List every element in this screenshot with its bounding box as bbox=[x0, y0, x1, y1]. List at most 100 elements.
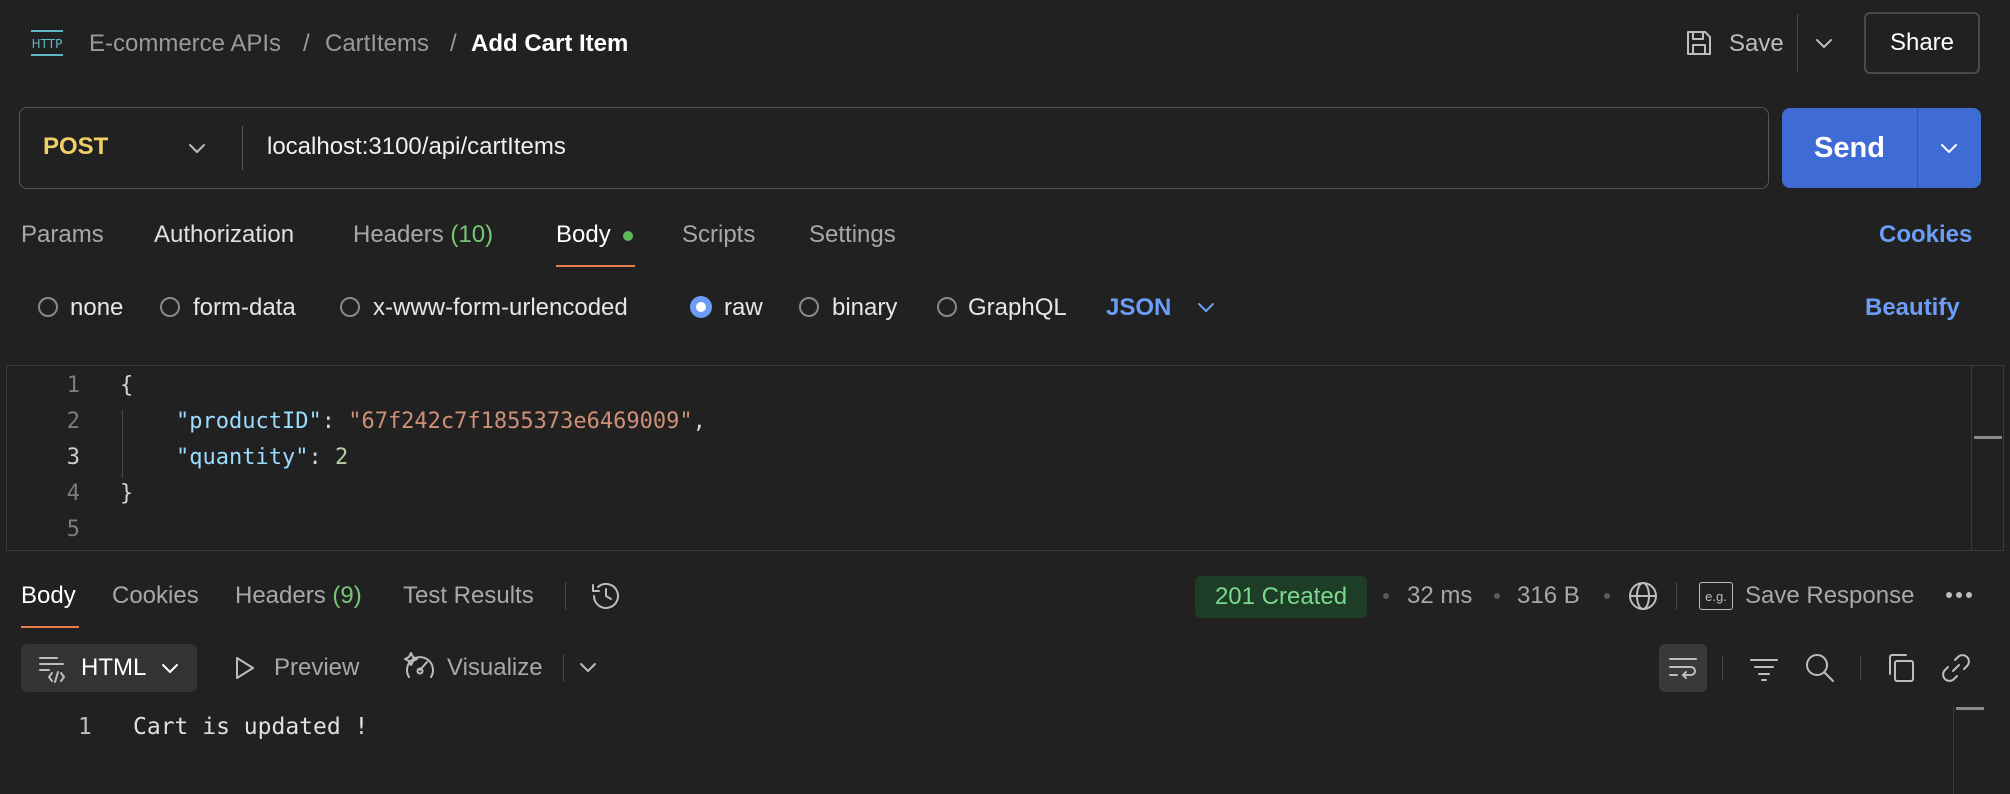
tab-authorization[interactable]: Authorization bbox=[154, 221, 294, 249]
visualize-icon[interactable] bbox=[403, 651, 437, 685]
tab-params[interactable]: Params bbox=[21, 221, 104, 249]
line-number: 3 bbox=[66, 445, 80, 470]
radio-binary-label[interactable]: binary bbox=[832, 294, 897, 322]
wrap-lines-button[interactable] bbox=[1659, 644, 1707, 692]
method-divider bbox=[242, 126, 243, 170]
cookies-link[interactable]: Cookies bbox=[1879, 221, 1972, 249]
radio-urlencoded[interactable] bbox=[340, 297, 360, 317]
send-button[interactable]: Send bbox=[1782, 108, 1917, 188]
method-chevron-down-icon[interactable] bbox=[186, 137, 208, 159]
indent-guide bbox=[122, 410, 123, 478]
response-format-select[interactable]: HTML bbox=[21, 644, 197, 692]
response-tab-cookies[interactable]: Cookies bbox=[112, 582, 199, 610]
filter-icon[interactable] bbox=[1749, 653, 1779, 683]
response-format-label: HTML bbox=[81, 654, 147, 681]
radio-urlencoded-label[interactable]: x-www-form-urlencoded bbox=[373, 294, 628, 322]
line-number: 1 bbox=[66, 373, 80, 398]
tab-headers-count: (10) bbox=[450, 221, 494, 248]
response-tabs-divider bbox=[565, 582, 566, 610]
response-line-number: 1 bbox=[78, 714, 92, 740]
save-button[interactable]: Save bbox=[1729, 30, 1784, 58]
format-code-icon bbox=[37, 653, 67, 683]
tab-body[interactable]: Body bbox=[556, 221, 611, 249]
format-chevron-down-icon[interactable] bbox=[1195, 296, 1217, 318]
meta-dot bbox=[1604, 593, 1610, 599]
link-icon[interactable] bbox=[1940, 652, 1972, 684]
response-minimap-marker bbox=[1956, 707, 1984, 710]
status-badge: 201 Created bbox=[1195, 576, 1367, 618]
send-options-chevron-down-icon[interactable] bbox=[1938, 137, 1960, 159]
radio-graphql-label[interactable]: GraphQL bbox=[968, 294, 1067, 322]
radio-none[interactable] bbox=[38, 297, 58, 317]
breadcrumb-folder[interactable]: CartItems bbox=[325, 30, 429, 58]
send-button-group: Send bbox=[1782, 108, 1981, 188]
history-icon[interactable] bbox=[589, 579, 623, 613]
save-divider bbox=[1797, 14, 1798, 72]
visualize-button[interactable]: Visualize bbox=[447, 654, 543, 682]
code-line-quantity: "quantity": 2 bbox=[176, 445, 349, 470]
beautify-link[interactable]: Beautify bbox=[1865, 294, 1960, 322]
meta-dot bbox=[1494, 593, 1500, 599]
radio-binary[interactable] bbox=[799, 297, 819, 317]
http-icon: HTTP bbox=[29, 28, 65, 58]
toolbar-divider bbox=[1722, 656, 1723, 680]
preview-button[interactable]: Preview bbox=[274, 654, 359, 682]
code-open-brace: { bbox=[120, 373, 134, 398]
radio-raw[interactable] bbox=[690, 296, 712, 318]
code-close-brace: } bbox=[120, 481, 134, 506]
share-button[interactable]: Share bbox=[1864, 12, 1980, 74]
radio-raw-label[interactable]: raw bbox=[724, 294, 763, 322]
svg-text:HTTP: HTTP bbox=[32, 37, 63, 51]
wrap-lines-icon bbox=[1668, 653, 1698, 683]
url-input[interactable]: localhost:3100/api/cartItems bbox=[267, 133, 566, 161]
meta-dot bbox=[1383, 593, 1389, 599]
toolbar-divider bbox=[1860, 656, 1861, 680]
tab-headers[interactable]: Headers (10) bbox=[353, 221, 493, 249]
breadcrumb-separator: / bbox=[450, 30, 457, 57]
save-response-button[interactable]: Save Response bbox=[1745, 582, 1914, 610]
method-select[interactable]: POST bbox=[43, 133, 108, 161]
format-select[interactable]: JSON bbox=[1106, 294, 1171, 322]
radio-form-data-label[interactable]: form-data bbox=[193, 294, 296, 322]
copy-icon[interactable] bbox=[1886, 652, 1916, 684]
response-format-chevron-down-icon bbox=[159, 657, 181, 679]
line-number: 5 bbox=[66, 517, 80, 542]
radio-graphql[interactable] bbox=[937, 297, 957, 317]
toolbar-divider bbox=[563, 654, 564, 682]
response-scrollbar[interactable] bbox=[1953, 706, 1954, 794]
preview-play-icon[interactable] bbox=[232, 654, 258, 682]
radio-form-data[interactable] bbox=[160, 297, 180, 317]
response-tab-headers-count: (9) bbox=[332, 582, 362, 609]
response-body-text: Cart is updated ! bbox=[133, 714, 369, 740]
send-divider bbox=[1917, 108, 1918, 188]
response-tab-underline bbox=[21, 626, 79, 628]
body-modified-dot bbox=[623, 231, 633, 241]
search-icon[interactable] bbox=[1804, 652, 1836, 684]
example-icon[interactable]: e.g. bbox=[1699, 582, 1733, 610]
response-tab-headers[interactable]: Headers (9) bbox=[235, 582, 362, 610]
editor-scrollbar[interactable] bbox=[1971, 366, 1972, 550]
more-options-icon[interactable] bbox=[1944, 585, 1974, 605]
tab-settings[interactable]: Settings bbox=[809, 221, 896, 249]
tab-scripts[interactable]: Scripts bbox=[682, 221, 755, 249]
response-tab-test-results[interactable]: Test Results bbox=[403, 582, 534, 610]
line-number: 2 bbox=[66, 409, 80, 434]
response-tab-body[interactable]: Body bbox=[21, 582, 76, 610]
editor-minimap-marker bbox=[1974, 436, 2002, 439]
save-options-chevron-icon[interactable] bbox=[1813, 32, 1835, 54]
response-tab-headers-label: Headers bbox=[235, 582, 326, 609]
breadcrumb-separator: / bbox=[303, 30, 310, 57]
visualize-options-chevron-down-icon[interactable] bbox=[577, 656, 599, 678]
response-size[interactable]: 316 B bbox=[1517, 582, 1580, 610]
globe-icon[interactable] bbox=[1626, 579, 1660, 613]
breadcrumb-collection[interactable]: E-commerce APIs bbox=[89, 30, 281, 58]
code-line-product: "productID": "67f242c7f1855373e6469009", bbox=[176, 409, 706, 434]
save-icon[interactable] bbox=[1684, 28, 1714, 58]
radio-none-label[interactable]: none bbox=[70, 294, 123, 322]
meta-divider bbox=[1676, 582, 1677, 610]
active-tab-underline bbox=[556, 265, 635, 267]
response-time[interactable]: 32 ms bbox=[1407, 582, 1472, 610]
tab-headers-label: Headers bbox=[353, 221, 444, 248]
line-number: 4 bbox=[66, 481, 80, 506]
page-title[interactable]: Add Cart Item bbox=[471, 30, 628, 58]
